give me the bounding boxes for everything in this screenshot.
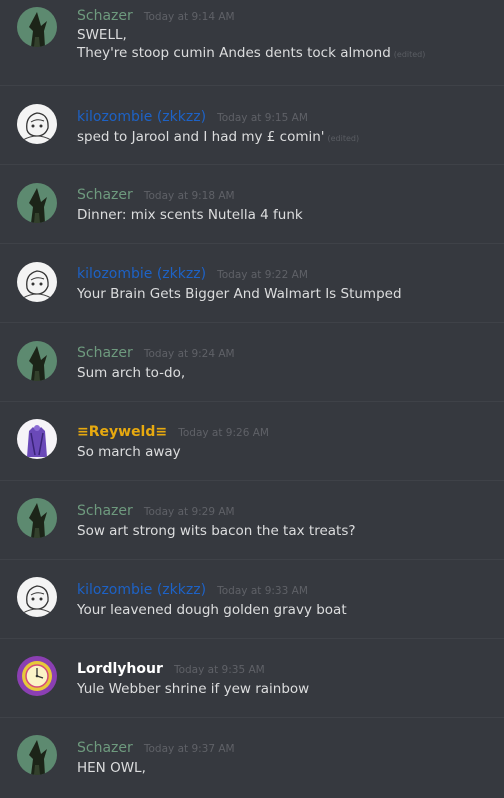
message: Schazer Today at 9:37 AM HEN OWL, xyxy=(0,717,504,798)
message: ≡Reyweld≡ Today at 9:26 AM So march away xyxy=(0,401,504,480)
author-name[interactable]: ≡Reyweld≡ xyxy=(77,424,167,440)
avatar[interactable] xyxy=(17,656,57,696)
message-content: Your leavened dough golden gravy boat xyxy=(77,601,347,619)
timestamp: Today at 9:29 AM xyxy=(143,506,235,518)
author-name[interactable]: Lordlyhour xyxy=(77,661,163,677)
message-line: sped to Jarool and I had my £ comin' xyxy=(77,129,325,145)
avatar[interactable] xyxy=(17,577,57,617)
wizard-avatar-icon xyxy=(17,735,57,775)
clock-avatar-icon xyxy=(17,656,57,696)
message: Schazer Today at 9:14 AM SWELL, They're … xyxy=(0,0,504,79)
avatar[interactable] xyxy=(17,419,57,459)
wizard-avatar-icon xyxy=(17,341,57,381)
timestamp: Today at 9:18 AM xyxy=(143,190,235,202)
message-content: Sow art strong wits bacon the tax treats… xyxy=(77,522,356,540)
message: Lordlyhour Today at 9:35 AM Yule Webber … xyxy=(0,638,504,717)
message: Schazer Today at 9:29 AM Sow art strong … xyxy=(0,480,504,559)
timestamp: Today at 9:14 AM xyxy=(143,11,235,23)
avatar[interactable] xyxy=(17,262,57,302)
message-content: Yule Webber shrine if yew rainbow xyxy=(77,680,309,698)
timestamp: Today at 9:37 AM xyxy=(143,743,235,755)
avatar[interactable] xyxy=(17,7,57,47)
author-name[interactable]: Schazer xyxy=(77,8,133,24)
sketch-avatar-icon xyxy=(17,577,57,617)
author-name[interactable]: kilozombie (zkkzz) xyxy=(77,582,206,598)
message-line: So march away xyxy=(77,444,181,460)
edited-label: (edited) xyxy=(327,134,360,143)
message-content: sped to Jarool and I had my £ comin' (edi… xyxy=(77,128,359,148)
author-name[interactable]: kilozombie (zkkzz) xyxy=(77,109,206,125)
message: kilozombie (zkkzz) Today at 9:22 AM Your… xyxy=(0,243,504,322)
message-line: They're stoop cumin Andes dents tock alm… xyxy=(77,45,391,61)
wizard-avatar-icon xyxy=(17,7,57,47)
message-line: Sow art strong wits bacon the tax treats… xyxy=(77,523,356,539)
author-name[interactable]: Schazer xyxy=(77,740,133,756)
wizard-avatar-icon xyxy=(17,498,57,538)
message-content: SWELL, They're stoop cumin Andes dents t… xyxy=(77,26,425,64)
timestamp: Today at 9:22 AM xyxy=(217,269,308,281)
avatar[interactable] xyxy=(17,735,57,775)
sketch-avatar-icon xyxy=(17,262,57,302)
message-line: Yule Webber shrine if yew rainbow xyxy=(77,681,310,697)
avatar[interactable] xyxy=(17,183,57,223)
message-line: HEN OWL, xyxy=(77,760,146,776)
edited-label: (edited) xyxy=(393,50,426,59)
message: Schazer Today at 9:18 AM Dinner: mix sce… xyxy=(0,164,504,243)
timestamp: Today at 9:24 AM xyxy=(143,348,235,360)
author-name[interactable]: kilozombie (zkkzz) xyxy=(77,266,206,282)
sketch-avatar-icon xyxy=(17,104,57,144)
author-name[interactable]: Schazer xyxy=(77,503,133,519)
timestamp: Today at 9:15 AM xyxy=(217,112,308,124)
timestamp: Today at 9:35 AM xyxy=(173,664,265,676)
purple-figure-avatar-icon xyxy=(17,419,57,459)
message-content: Your Brain Gets Bigger And Walmart Is St… xyxy=(77,285,402,303)
message-content: HEN OWL, xyxy=(77,759,146,777)
message-line: Sum arch to-do, xyxy=(77,365,186,381)
message-line: Your leavened dough golden gravy boat xyxy=(77,602,347,618)
message: kilozombie (zkkzz) Today at 9:33 AM Your… xyxy=(0,559,504,638)
avatar[interactable] xyxy=(17,341,57,381)
message: kilozombie (zkkzz) Today at 9:15 AM sped… xyxy=(0,85,504,164)
message-line: Dinner: mix scents Nutella 4 funk xyxy=(77,207,303,223)
message-line: Your Brain Gets Bigger And Walmart Is St… xyxy=(77,286,402,302)
message-list: Schazer Today at 9:14 AM SWELL, They're … xyxy=(0,0,504,798)
timestamp: Today at 9:26 AM xyxy=(178,427,269,439)
timestamp: Today at 9:33 AM xyxy=(217,585,308,597)
message-content: Dinner: mix scents Nutella 4 funk xyxy=(77,206,303,224)
wizard-avatar-icon xyxy=(17,183,57,223)
author-name[interactable]: Schazer xyxy=(77,345,133,361)
message: Schazer Today at 9:24 AM Sum arch to-do, xyxy=(0,322,504,401)
message-content: So march away xyxy=(77,443,181,461)
avatar[interactable] xyxy=(17,104,57,144)
message-line: SWELL, xyxy=(77,27,127,43)
avatar[interactable] xyxy=(17,498,57,538)
author-name[interactable]: Schazer xyxy=(77,187,133,203)
message-content: Sum arch to-do, xyxy=(77,364,185,382)
